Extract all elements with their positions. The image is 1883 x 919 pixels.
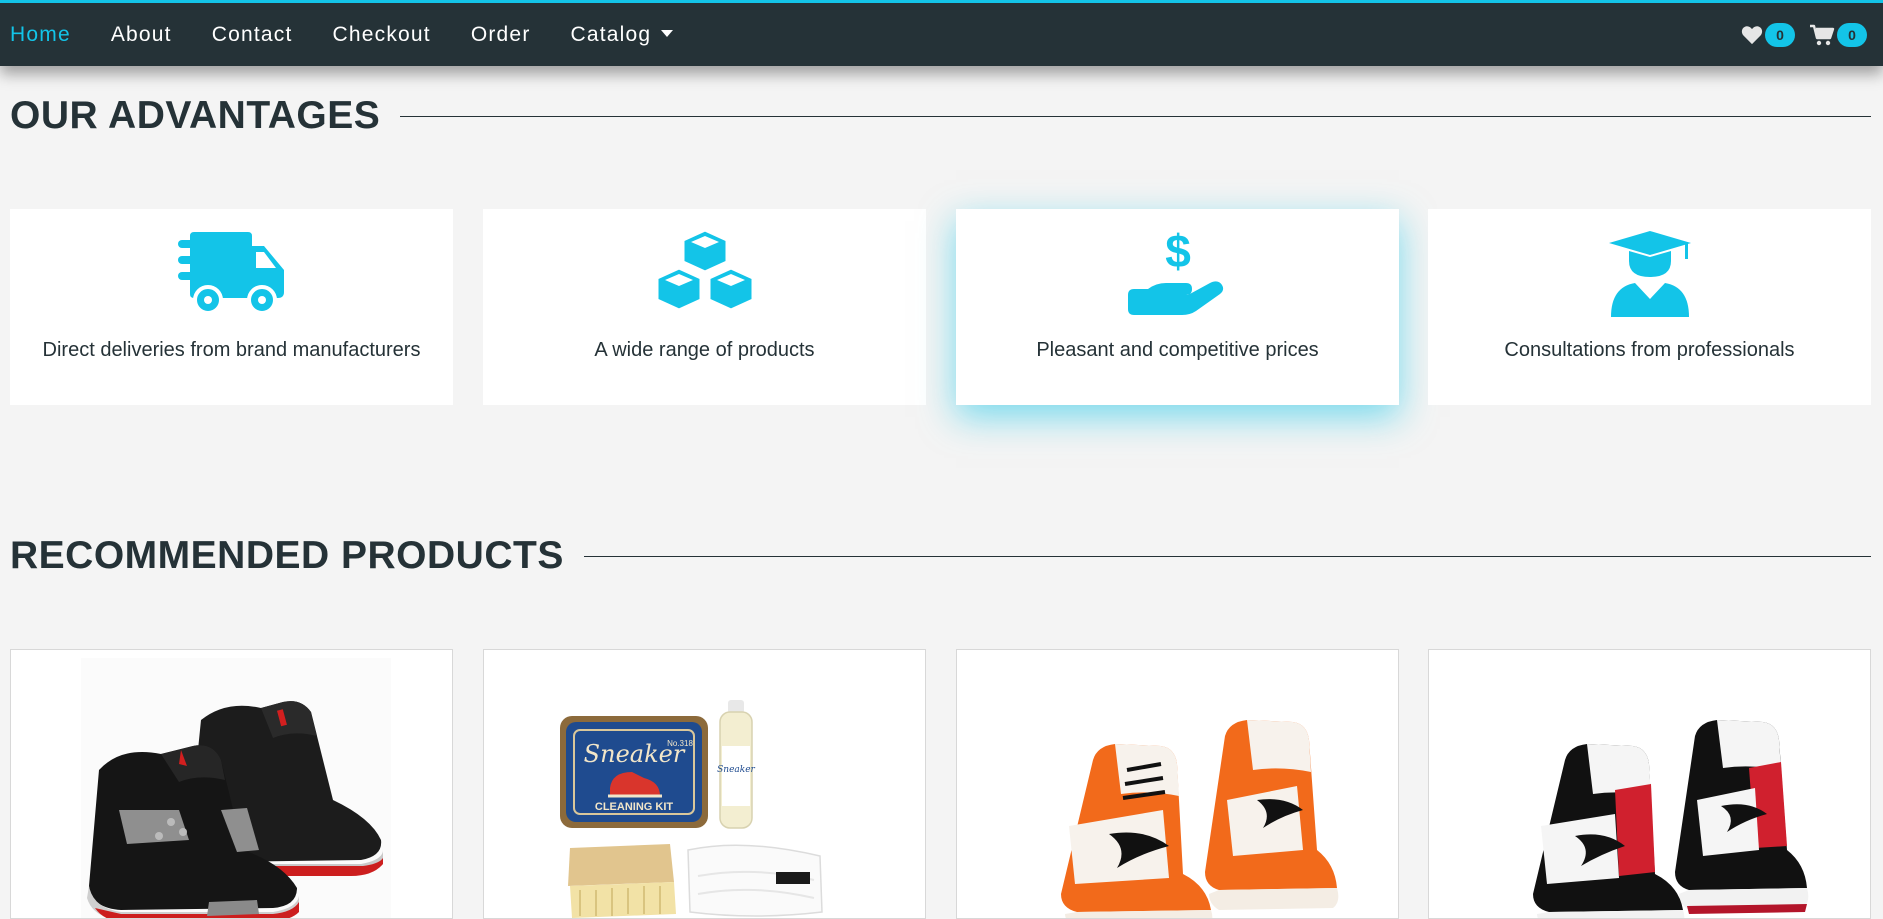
svg-text:$: $ — [1165, 227, 1191, 277]
advantages-heading-row: OUR ADVANTAGES — [10, 92, 1871, 140]
advantage-text: Consultations from professionals — [1504, 339, 1795, 361]
bottle-label-text: Sneaker — [717, 765, 755, 775]
sneaker-cleaning-kit-image: Sneaker CLEANING KIT No.318 Sneaker — [560, 700, 823, 918]
shopping-cart-icon — [1810, 24, 1835, 45]
orange-high-top-sneakers-image — [1061, 720, 1339, 918]
wishlist-button[interactable]: 0 — [1741, 22, 1795, 47]
caret-down-icon — [661, 29, 674, 37]
nav-right: 0 0 — [1727, 3, 1867, 66]
black-red-sneakers-image — [81, 658, 391, 918]
advantage-text: A wide range of products — [594, 339, 815, 361]
boxes-icon — [655, 228, 754, 312]
cart-count-badge: 0 — [1837, 22, 1867, 47]
heading-divider — [583, 555, 1871, 557]
nav-link-contact[interactable]: Contact — [212, 23, 293, 47]
advantage-text: Pleasant and competitive prices — [1036, 339, 1319, 361]
top-navbar: Home About Contact Checkout Order Catalo… — [0, 0, 1883, 66]
advantage-card-consultations: Consultations from professionals — [1428, 209, 1871, 405]
nav-link-checkout[interactable]: Checkout — [333, 23, 431, 47]
nav-link-home[interactable]: Home — [10, 23, 71, 47]
wishlist-count-badge: 0 — [1765, 22, 1795, 47]
recommended-heading-row: RECOMMENDED PRODUCTS — [10, 532, 1871, 580]
product-card[interactable]: Sneaker CLEANING KIT No.318 Sneaker — [483, 649, 926, 919]
graduate-user-icon — [1608, 231, 1691, 317]
product-card[interactable] — [956, 649, 1399, 919]
advantage-text: Direct deliveries from brand manufacture… — [42, 339, 421, 361]
advantage-card-prices: $ Pleasant and competitive prices — [956, 209, 1399, 405]
nav-link-order[interactable]: Order — [471, 23, 531, 47]
advantages-heading: OUR ADVANTAGES — [10, 94, 381, 137]
cart-button[interactable]: 0 — [1809, 22, 1867, 47]
heading-divider — [400, 115, 1871, 117]
hand-dollar-icon: $ — [1127, 227, 1223, 315]
nav-link-catalog-dropdown[interactable]: Catalog — [571, 23, 674, 47]
recommended-heading: RECOMMENDED PRODUCTS — [10, 534, 564, 577]
nav-links: Home About Contact Checkout Order Catalo… — [10, 3, 713, 66]
nav-link-catalog-label: Catalog — [570, 22, 652, 46]
product-card[interactable] — [10, 649, 453, 919]
product-card[interactable] — [1428, 649, 1871, 919]
advantage-card-range: A wide range of products — [483, 209, 926, 405]
delivery-truck-icon — [177, 232, 284, 315]
red-high-top-sneakers-image — [1533, 720, 1809, 918]
kit-code-text: No.318 — [667, 739, 693, 748]
kit-subtitle-text: CLEANING KIT — [595, 801, 674, 813]
nav-link-about[interactable]: About — [111, 23, 172, 47]
heart-icon — [1741, 25, 1763, 44]
advantage-card-delivery: Direct deliveries from brand manufacture… — [10, 209, 453, 405]
